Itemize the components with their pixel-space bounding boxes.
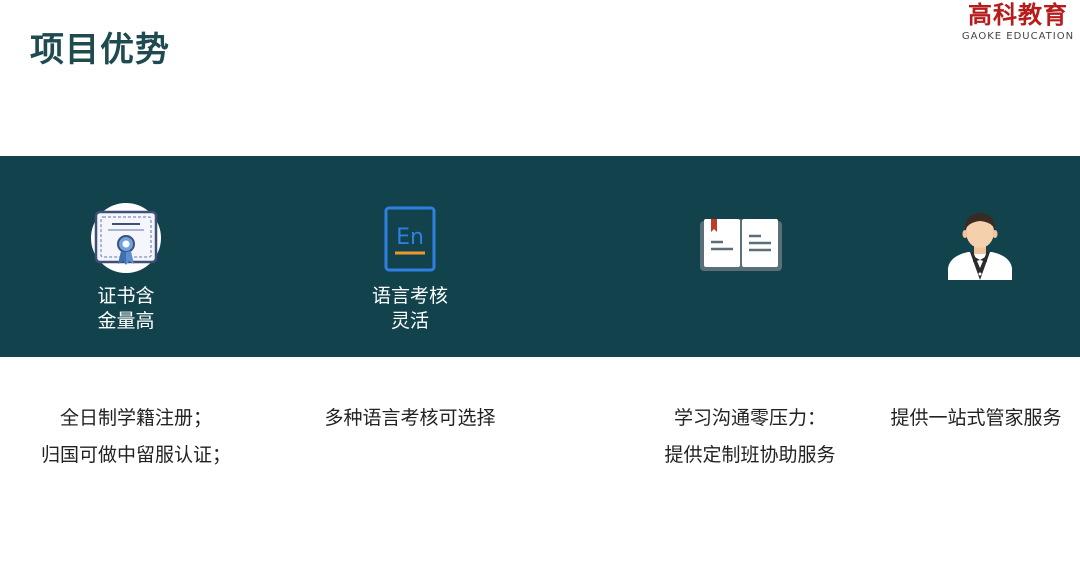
feature-language-label: 语言考核 灵活 <box>310 284 510 334</box>
brand-logo: 高科教育 GAOKE EDUCATION <box>958 2 1078 44</box>
description-study-line1: 学习沟通零压力： <box>673 407 826 429</box>
svg-text:En: En <box>396 225 424 250</box>
feature-certificate-label: 证书含 金量高 <box>26 284 226 334</box>
features-band: 证书含 金量高 En 语言考核 灵活 <box>0 156 1080 357</box>
open-book-icon <box>699 218 783 276</box>
feature-certificate-label-line1: 证书含 <box>97 285 155 307</box>
certificate-icon <box>90 202 162 278</box>
description-certificate: 全日制学籍注册； 归国可做中留服认证； <box>26 400 246 474</box>
description-study-line2: 提供定制班协助服务 <box>664 444 836 466</box>
page-title: 项目优势 <box>30 30 170 70</box>
description-butler: 提供一站式管家服务 <box>874 400 1078 437</box>
logo-english-text: GAOKE EDUCATION <box>961 31 1075 42</box>
description-study: 学习沟通零压力： 提供定制班协助服务 <box>638 400 862 474</box>
description-language: 多种语言考核可选择 <box>300 400 520 437</box>
description-language-line1: 多种语言考核可选择 <box>324 407 496 429</box>
feature-certificate-label-line2: 金量高 <box>97 310 155 332</box>
description-certificate-line2: 归国可做中留服认证； <box>40 444 231 466</box>
description-certificate-line1: 全日制学籍注册； <box>59 407 212 429</box>
feature-language-label-line2: 灵活 <box>390 310 429 332</box>
description-butler-line1: 提供一站式管家服务 <box>890 407 1062 429</box>
logo-chinese-text: 高科教育 <box>968 1 1068 29</box>
butler-icon <box>944 210 1016 284</box>
language-en-icon: En <box>384 206 436 276</box>
feature-language-label-line1: 语言考核 <box>371 285 448 307</box>
